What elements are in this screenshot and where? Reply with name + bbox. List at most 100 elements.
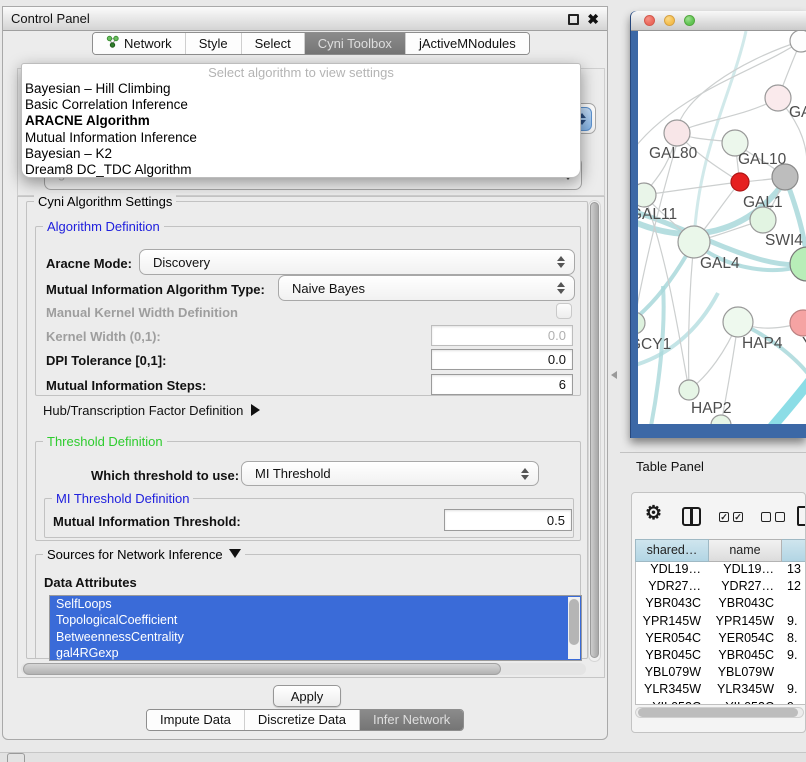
table-row[interactable]: YDL19…YDL19…13 — [636, 561, 806, 578]
column-header-shared-name[interactable]: shared… — [635, 539, 709, 562]
algorithm-option[interactable]: ARACNE Algorithm — [22, 113, 580, 129]
data-attribute-item[interactable]: SelfLoops — [50, 596, 581, 612]
table-row[interactable]: YBR043CYBR043C — [636, 595, 806, 612]
cyni-algorithm-settings-group: Cyni Algorithm Settings Algorithm Defini… — [26, 201, 588, 659]
table-row[interactable]: YDR27…YDR27…12 — [636, 578, 806, 595]
data-attribute-item[interactable]: TopologicalCoefficient — [50, 612, 581, 628]
sources-group-title[interactable]: Sources for Network Inference — [43, 547, 245, 562]
network-node-hap2[interactable] — [679, 380, 699, 400]
mi-threshold-definition-group: MI Threshold Definition Mutual Informati… — [44, 498, 574, 538]
table-cell — [782, 595, 806, 612]
settings-vertical-scrollbar[interactable] — [588, 200, 601, 662]
tab-infer-network-label: Infer Network — [373, 709, 450, 731]
table-cell: YER054C — [709, 630, 782, 647]
network-node-swi4[interactable] — [750, 207, 776, 233]
tab-impute-data[interactable]: Impute Data — [147, 710, 244, 730]
network-node-gal[interactable] — [765, 85, 791, 111]
table-cell: YIL052C — [636, 699, 709, 706]
kernel-width-field[interactable]: 0.0 — [431, 325, 573, 346]
network-node[interactable] — [790, 247, 806, 281]
network-node-gal4[interactable] — [678, 226, 710, 258]
table-cell: YBR043C — [636, 595, 709, 612]
table-cell: 12 — [782, 578, 806, 595]
mi-algorithm-type-combo[interactable]: Naive Bayes — [278, 275, 575, 301]
aracne-mode-label: Aracne Mode: — [46, 256, 132, 271]
network-node-gcy1[interactable] — [638, 312, 645, 334]
table-horizontal-scrollbar[interactable] — [635, 707, 804, 718]
tab-style-label: Style — [199, 32, 228, 55]
table-panel-header: Table Panel — [620, 452, 806, 482]
data-attributes-list[interactable]: SelfLoopsTopologicalCoefficientBetweenne… — [49, 595, 582, 661]
aracne-mode-combo[interactable]: Discovery — [139, 249, 575, 275]
node-label: SWI4 — [765, 232, 803, 249]
algorithm-option[interactable]: Dream8 DC_TDC Algorithm — [22, 162, 580, 178]
deselect-all-icon[interactable] — [761, 512, 785, 522]
close-traffic-light-icon[interactable] — [644, 15, 655, 26]
zoom-traffic-light-icon[interactable] — [684, 15, 695, 26]
tab-jactivemnodules[interactable]: jActiveMNodules — [405, 33, 529, 54]
minimize-traffic-light-icon[interactable] — [664, 15, 675, 26]
mi-steps-field[interactable]: 6 — [431, 374, 573, 395]
list-scrollbar[interactable] — [568, 597, 580, 659]
table-cell: 13 — [782, 561, 806, 578]
settings-horizontal-scrollbar[interactable] — [21, 663, 586, 675]
table-cell: YIL052C — [709, 699, 782, 706]
combo-arrows-icon — [557, 256, 565, 268]
file-icon[interactable] — [797, 506, 806, 526]
network-node-hap4[interactable] — [723, 307, 753, 337]
threshold-definition-title: Threshold Definition — [43, 434, 167, 449]
table-header-row: shared… name — [635, 539, 806, 561]
tab-network[interactable]: Network — [93, 33, 185, 54]
combo-arrows-icon — [557, 282, 565, 294]
table-row[interactable]: YBL079WYBL079W — [636, 664, 806, 681]
gear-icon[interactable]: ⚙ — [645, 502, 662, 525]
hub-tf-definition-toggle[interactable]: Hub/Transcription Factor Definition — [43, 403, 260, 418]
close-icon[interactable]: ✖ — [587, 10, 599, 28]
network-node[interactable] — [772, 164, 798, 190]
tab-discretize-data[interactable]: Discretize Data — [244, 710, 359, 730]
tab-infer-network[interactable]: Infer Network — [359, 710, 463, 730]
algorithm-definition-group: Algorithm Definition Aracne Mode: Discov… — [35, 226, 581, 396]
network-canvas[interactable]: GALGAL80GAL10GAL1GAL11SWI4GAL4GCY1HAP4YH… — [638, 31, 806, 424]
algorithm-option[interactable]: Bayesian – Hill Climbing — [22, 81, 580, 97]
node-label: GAL4 — [700, 255, 740, 272]
algorithm-option[interactable]: Mutual Information Inference — [22, 130, 580, 146]
data-attribute-item[interactable]: gal4RGexp — [50, 645, 581, 661]
select-all-icon[interactable]: ✓✓ — [719, 512, 743, 522]
network-node[interactable] — [790, 31, 806, 52]
algorithm-option[interactable]: Bayesian – K2 — [22, 146, 580, 162]
table-cell: YDL19… — [636, 561, 709, 578]
tab-select[interactable]: Select — [241, 33, 304, 54]
table-toolbar: ⚙ ✓✓ — [632, 493, 805, 537]
manual-kernel-width-checkbox[interactable] — [556, 303, 572, 319]
tab-style[interactable]: Style — [185, 33, 241, 54]
table-row[interactable]: YBR045CYBR045C9. — [636, 647, 806, 664]
algorithm-option[interactable]: Basic Correlation Inference — [22, 97, 580, 113]
table-cell: YDR27… — [636, 578, 709, 595]
split-pane-arrow-icon[interactable] — [611, 371, 617, 379]
network-node-gal1[interactable] — [731, 173, 749, 191]
node-label: GAL — [789, 104, 806, 121]
dpi-tolerance-label: DPI Tolerance [0,1]: — [46, 353, 166, 368]
table-row[interactable]: YER054CYER054C8. — [636, 630, 806, 647]
which-threshold-label: Which threshold to use: — [91, 468, 239, 483]
table-row[interactable]: YPR145WYPR145W9. — [636, 613, 806, 630]
table-cell: YPR145W — [636, 613, 709, 630]
network-node-gal11[interactable] — [638, 183, 656, 207]
mi-threshold-field[interactable]: 0.5 — [444, 509, 572, 531]
node-label: HAP4 — [742, 335, 783, 352]
column-header-name[interactable]: name — [709, 539, 782, 562]
data-attribute-item[interactable]: BetweennessCentrality — [50, 629, 581, 645]
dpi-tolerance-field[interactable]: 0.0 — [431, 349, 573, 370]
table-row[interactable]: YIL052CYIL052C9. — [636, 699, 806, 706]
network-node-gal80[interactable] — [664, 120, 690, 146]
column-header-cut[interactable] — [782, 539, 806, 562]
corner-widget-button[interactable] — [7, 753, 25, 762]
which-threshold-combo[interactable]: MI Threshold — [241, 461, 539, 486]
table-row[interactable]: YLR345WYLR345W9. — [636, 681, 806, 698]
apply-button[interactable]: Apply — [273, 685, 341, 707]
split-columns-icon[interactable] — [682, 507, 701, 526]
network-node-y[interactable] — [790, 310, 806, 336]
tab-cyni-toolbox[interactable]: Cyni Toolbox — [304, 33, 405, 54]
float-icon[interactable] — [568, 14, 579, 25]
